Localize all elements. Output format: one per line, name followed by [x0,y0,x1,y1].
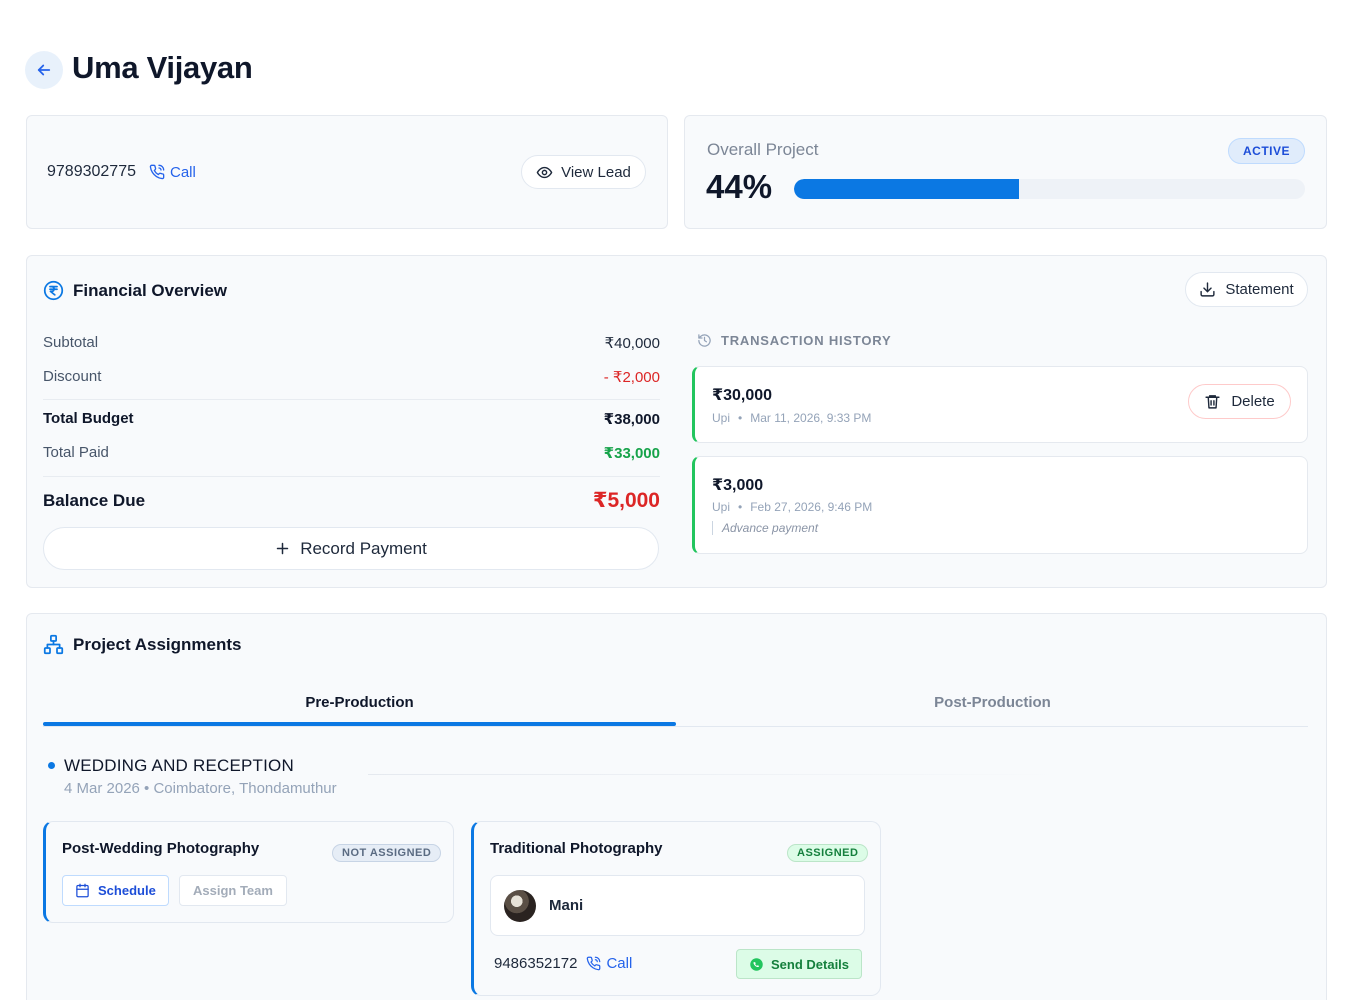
balance-due-label: Balance Due [43,490,146,510]
member-call-link[interactable]: Call [586,955,632,972]
record-payment-button[interactable]: Record Payment [43,527,659,570]
call-label: Call [606,955,633,972]
event-meta: 4 Mar 2026 • Coimbatore, Thondamuthur [64,780,337,797]
status-badge: NOT ASSIGNED [332,844,442,862]
transaction-datetime: Mar 11, 2026, 9:33 PM [750,411,872,425]
delete-transaction-button[interactable]: Delete [1188,384,1291,419]
role-card: Post-Wedding Photography NOT ASSIGNED Sc… [43,821,454,923]
view-lead-button[interactable]: View Lead [521,155,646,189]
project-assignments-header: Project Assignments [43,634,241,655]
project-progress-card [684,115,1327,229]
send-details-label: Send Details [771,956,850,972]
total-paid-value: ₹33,000 [603,445,660,462]
total-budget-label: Total Budget [43,410,134,427]
role-card: Traditional Photography ASSIGNED Mani 94… [471,821,881,996]
eye-icon [536,166,553,178]
view-lead-label: View Lead [561,163,631,181]
active-tab-indicator [43,722,676,726]
progress-percent: 44% [706,168,773,205]
org-chart-icon [43,634,64,655]
call-label: Call [169,163,196,181]
schedule-button[interactable]: Schedule [62,875,169,906]
schedule-label: Schedule [98,883,156,898]
total-budget-row: Total Budget ₹38,000 [43,410,660,428]
total-paid-label: Total Paid [43,444,109,461]
status-badge: ACTIVE [1228,138,1305,164]
transaction-note: Advance payment [712,521,818,535]
subtotal-label: Subtotal [43,334,99,351]
arrow-left-icon [37,64,51,76]
transaction-amount: ₹30,000 [712,387,773,404]
tab-post-production[interactable]: Post-Production [676,694,1309,711]
avatar [504,889,536,922]
separator-dot: • [738,500,743,514]
trash-icon [1205,395,1220,409]
statement-button[interactable]: Statement [1185,272,1308,307]
statement-label: Statement [1225,281,1294,298]
team-member-row: Mani [490,875,865,936]
phone-icon [587,956,601,971]
assign-team-button[interactable]: Assign Team [179,875,287,906]
event-divider [368,774,1068,775]
call-link[interactable]: Call [149,164,196,181]
tab-divider [43,726,1308,727]
client-phone: 9789302775 [47,163,136,180]
transaction-meta: Upi • Mar 11, 2026, 9:33 PM [712,411,871,425]
progress-label: Overall Project [707,140,819,159]
history-icon [698,334,711,347]
role-title: Traditional Photography [490,840,663,857]
tab-pre-production[interactable]: Pre-Production [43,694,676,711]
transaction-history-title: TRANSACTION HISTORY [721,333,892,348]
event-title: WEDDING AND RECEPTION [64,756,294,775]
discount-row: Discount - ₹2,000 [43,368,660,386]
total-budget-value: ₹38,000 [603,411,660,428]
role-title: Post-Wedding Photography [62,840,260,857]
project-assignments-title: Project Assignments [73,634,242,654]
financial-overview-title: Financial Overview [73,280,228,300]
transaction-item: ₹3,000 Upi • Feb 27, 2026, 9:46 PM Advan… [692,456,1308,554]
member-name: Mani [549,897,584,914]
divider [43,399,660,400]
download-icon [1200,282,1215,297]
transaction-history-heading: TRANSACTION HISTORY [697,333,891,348]
transaction-amount: ₹3,000 [712,477,764,494]
transaction-method: Upi [712,500,731,514]
event-bullet [48,762,55,769]
discount-value: - ₹2,000 [603,369,660,386]
whatsapp-icon [750,957,763,971]
member-contact-row: 9486352172 Call [494,955,632,972]
transaction-datetime: Feb 27, 2026, 9:46 PM [750,500,873,514]
rupee-circle-icon [43,280,64,301]
transaction-method: Upi [712,411,731,425]
back-button[interactable] [25,51,63,89]
page-title: Uma Vijayan [72,50,253,85]
send-details-button[interactable]: Send Details [736,949,863,979]
transaction-meta: Upi • Feb 27, 2026, 9:46 PM [712,500,872,514]
balance-due-row: Balance Due ₹5,000 [43,488,660,513]
contact-row: 9789302775 Call [47,163,196,181]
subtotal-row: Subtotal ₹40,000 [43,334,660,352]
transaction-item: ₹30,000 Upi • Mar 11, 2026, 9:33 PM Dele… [692,366,1308,443]
progress-bar-fill [794,179,1019,199]
divider [43,476,660,477]
delete-label: Delete [1231,393,1275,410]
plus-icon [276,542,289,555]
subtotal-value: ₹40,000 [604,335,660,352]
phone-icon [149,164,165,180]
progress-bar [794,179,1305,199]
member-phone: 9486352172 [494,955,578,972]
calendar-icon [76,883,89,898]
separator-dot: • [738,411,743,425]
balance-due-value: ₹5,000 [592,489,660,512]
total-paid-row: Total Paid ₹33,000 [43,444,660,462]
financial-overview-header: Financial Overview [43,280,227,301]
discount-label: Discount [43,368,102,385]
status-badge: ASSIGNED [787,844,869,862]
record-payment-label: Record Payment [300,538,427,558]
